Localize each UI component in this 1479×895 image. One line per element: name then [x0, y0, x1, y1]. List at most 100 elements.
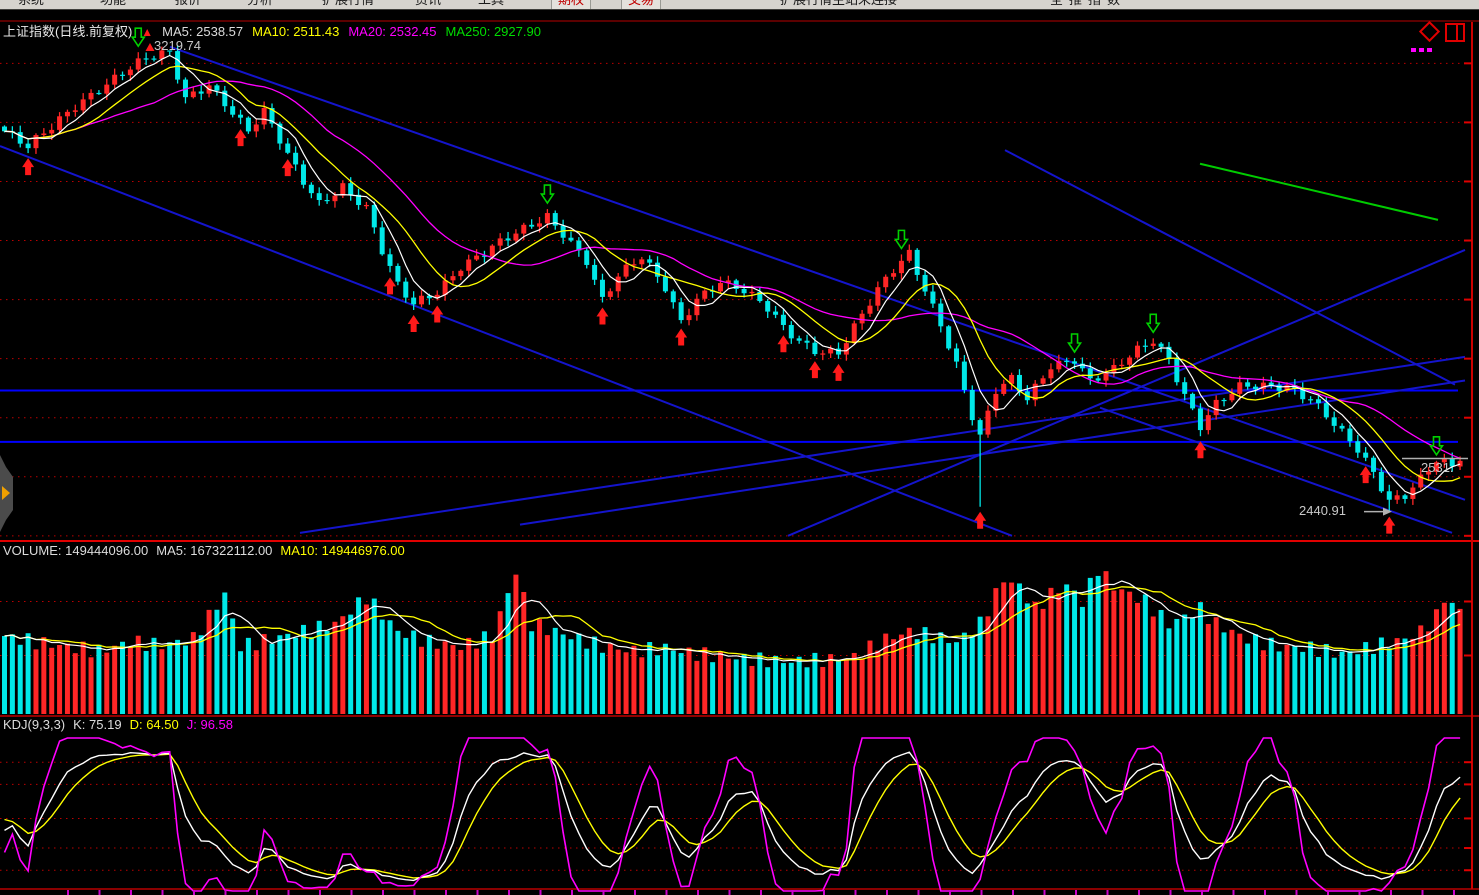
kdj-k: K: 75.19	[73, 717, 121, 732]
candle-body	[781, 315, 786, 325]
menu-item-资讯[interactable]: 资讯	[415, 0, 441, 9]
volume-bar	[687, 648, 692, 714]
candle-body	[388, 254, 393, 266]
volume-bar	[600, 653, 605, 714]
volume-bar	[490, 642, 495, 714]
volume-bar	[175, 640, 180, 714]
volume-bar	[1316, 657, 1321, 714]
volume-bar	[1174, 619, 1179, 714]
volume-bar	[1048, 588, 1053, 714]
candle-body	[1387, 491, 1392, 499]
volume-bar	[1017, 583, 1022, 714]
candle-body	[238, 115, 243, 118]
ma20-value: MA20: 2532.45	[348, 24, 436, 39]
volume-bar	[749, 666, 754, 714]
menu-item-功能[interactable]: 功能	[100, 0, 126, 9]
menu-item-系统[interactable]: 系统	[18, 0, 44, 9]
candle-body	[199, 91, 204, 93]
volume-bar	[1222, 632, 1227, 714]
volume-bar	[1143, 595, 1148, 714]
candle-body	[797, 338, 802, 340]
more-dots-icon[interactable]	[1408, 39, 1432, 57]
volume-bar	[1056, 593, 1061, 714]
volume-bar	[427, 635, 432, 714]
candle-body	[1111, 365, 1116, 372]
volume-bar	[1119, 589, 1124, 714]
volume-bar	[498, 611, 503, 714]
candle-body	[301, 164, 306, 184]
volume-bar	[1403, 639, 1408, 714]
menu-item-分析[interactable]: 分析	[247, 0, 273, 9]
volume-bar	[576, 634, 581, 714]
candle-body	[521, 225, 526, 234]
volume-bar	[33, 649, 38, 714]
volume-bar	[144, 651, 149, 714]
volume-bar	[120, 642, 125, 714]
candle-body	[1041, 378, 1046, 383]
candle-body	[1253, 387, 1258, 390]
candle-body	[1127, 358, 1132, 365]
volume-bar	[844, 659, 849, 714]
volume-bar	[757, 653, 762, 714]
candle-body	[647, 259, 652, 262]
menu-item-交易[interactable]: 交易	[621, 0, 661, 10]
candle-body	[986, 411, 991, 435]
volume-bar	[458, 650, 463, 714]
candle-body	[1159, 344, 1164, 347]
volume-bar	[222, 592, 227, 714]
volume-bar	[978, 617, 983, 714]
candle-body	[954, 348, 959, 361]
candle-body	[860, 314, 865, 324]
volume-bar	[18, 645, 23, 714]
volume-bar	[529, 631, 534, 714]
volume-bar	[159, 649, 164, 714]
candle-body	[1001, 384, 1006, 394]
candle-body	[120, 75, 125, 76]
candle-body	[498, 238, 503, 245]
candle-body	[812, 343, 817, 354]
candle-body	[230, 106, 235, 115]
menu-item-扩展行情[interactable]: 扩展行情	[322, 0, 374, 9]
volume-bar	[726, 659, 731, 714]
volume-bar	[899, 635, 904, 714]
candle-body	[340, 183, 345, 195]
chart-canvas[interactable]	[0, 0, 1479, 895]
candle-body	[663, 277, 668, 292]
volume-bar	[1434, 609, 1439, 714]
candle-body	[89, 93, 94, 99]
candle-body	[537, 223, 542, 226]
candle-body	[962, 362, 967, 390]
volume-ma10: MA10: 149446976.00	[280, 543, 404, 558]
volume-bar	[1450, 603, 1455, 714]
volume-bar	[1064, 584, 1069, 714]
candle-body	[372, 205, 377, 227]
volume-bar	[1080, 607, 1085, 714]
volume-bar	[332, 622, 337, 714]
candle-body	[915, 250, 920, 275]
candle-body	[1395, 495, 1400, 499]
candle-body	[474, 256, 479, 260]
menu-item-期权[interactable]: 期权	[551, 0, 591, 10]
volume-header: VOLUME: 149444096.00MA5: 167322112.00MA1…	[3, 543, 413, 558]
volume-bar	[986, 616, 991, 714]
volume-bar	[10, 634, 15, 714]
volume-bar	[513, 575, 518, 714]
candle-body	[584, 250, 589, 265]
candle-body	[1379, 472, 1384, 491]
page-label: 全推指数	[1050, 0, 1126, 9]
volume-bar	[380, 620, 385, 714]
chart-title: 上证指数(日线.前复权)	[3, 24, 132, 39]
high-price-label: 3219.74	[154, 38, 201, 53]
volume-bar	[1395, 638, 1400, 714]
volume-bar	[592, 637, 597, 714]
split-window-icon[interactable]	[1445, 23, 1465, 42]
volume-bar	[41, 637, 46, 714]
candle-body	[1332, 417, 1337, 425]
candle-body	[214, 85, 219, 90]
candle-body	[175, 51, 180, 80]
menu-item-报价[interactable]: 报价	[175, 0, 201, 9]
candle-body	[2, 127, 7, 132]
menu-item-工具[interactable]: 工具	[478, 0, 504, 9]
volume-bar	[718, 652, 723, 714]
volume-bar	[325, 631, 330, 714]
